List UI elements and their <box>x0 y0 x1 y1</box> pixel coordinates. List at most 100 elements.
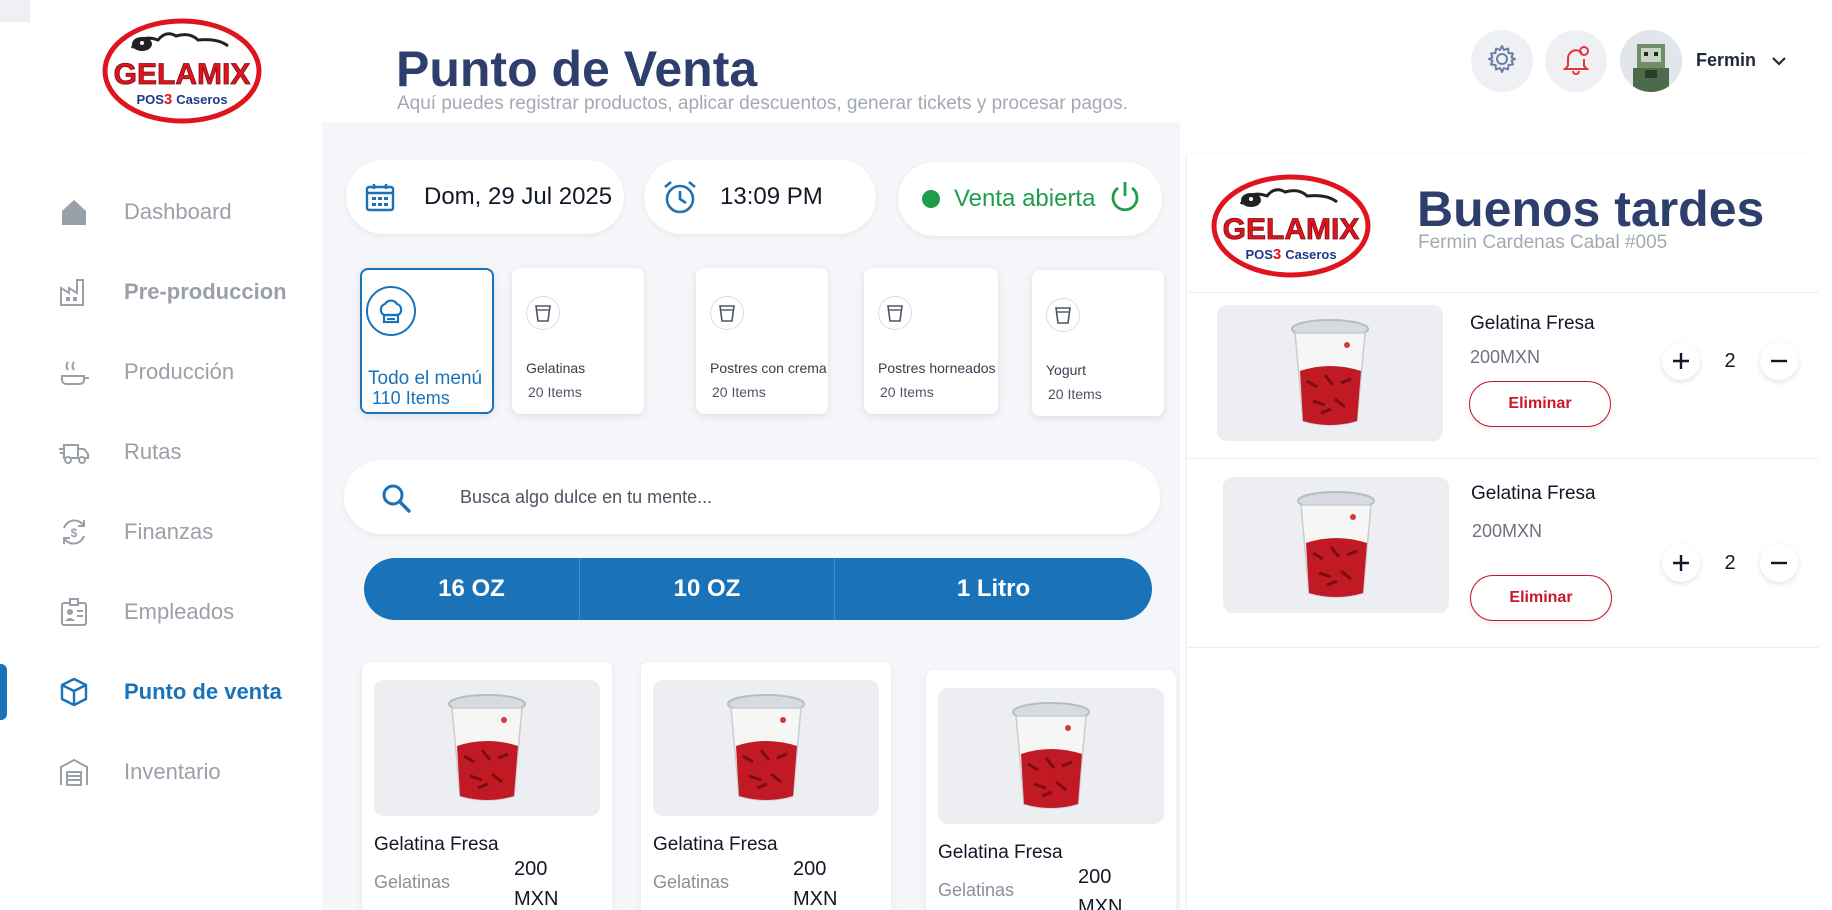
brand-logo: GELAMIX POS3 Caseros <box>1211 174 1371 278</box>
product-category: Gelatinas <box>374 872 451 892</box>
product-image <box>374 680 600 816</box>
price-amount: 200 <box>1078 866 1112 888</box>
sidebar-item-label: Rutas <box>124 439 182 464</box>
sidebar-item-label: Dashboard <box>124 199 232 224</box>
cooking-pan-icon <box>56 354 92 390</box>
greeting: Buenos tardes <box>1417 181 1765 237</box>
sidebar-item-pre-produccion[interactable]: Pre-produccion <box>0 252 322 332</box>
category-count: 20 Items <box>712 384 766 400</box>
category-card-postres-con-crema[interactable]: Postres con crema 20 Items <box>696 268 828 414</box>
employee-badge-icon <box>56 594 92 630</box>
sidebar-item-finanzas[interactable]: $ Finanzas <box>0 492 322 572</box>
cup-icon <box>526 296 560 330</box>
category-name: Gelatinas <box>526 360 586 376</box>
product-name: Gelatina Fresa <box>374 834 499 855</box>
current-time: 13:09 PM <box>720 183 823 210</box>
product-name: Gelatina Fresa <box>938 842 1063 863</box>
user-name[interactable]: Fermin <box>1696 50 1756 71</box>
sidebar-item-label: Producción <box>124 359 235 384</box>
box-icon <box>56 674 92 710</box>
cart-item-image <box>1223 477 1449 613</box>
category-name: Postres horneados <box>878 360 996 376</box>
home-icon <box>56 194 92 230</box>
product-card[interactable]: Gelatina Fresa Gelatinas 200 MXN <box>926 670 1176 910</box>
quantity-value: 2 <box>1724 551 1736 574</box>
active-indicator <box>0 664 7 720</box>
category-name: Postres con crema <box>710 360 827 376</box>
minus-icon[interactable] <box>1760 544 1798 582</box>
category-name: Yogurt <box>1046 362 1086 378</box>
date-display: Dom, 29 Jul 2025 <box>346 160 624 234</box>
logo-wordmark: GELAMIX <box>1223 213 1360 246</box>
chef-hat-icon <box>366 286 416 336</box>
sidebar-item-label: Finanzas <box>124 519 214 544</box>
cashier-info: Fermin Cardenas Cabal #005 <box>1418 232 1668 253</box>
search-icon[interactable] <box>380 482 412 514</box>
product-card[interactable]: Gelatina Fresa Gelatinas 200 MXN <box>641 662 891 910</box>
sidebar-item-produccion[interactable]: Producción <box>0 332 322 412</box>
cart-item: Gelatina Fresa 200MXN Eliminar 2 <box>1187 458 1819 648</box>
category-card-gelatinas[interactable]: Gelatinas 20 Items <box>512 268 644 414</box>
cart-item-name: Gelatina Fresa <box>1471 483 1596 504</box>
calendar-icon <box>358 181 402 213</box>
sidebar-item-dashboard[interactable]: Dashboard <box>0 172 322 252</box>
category-count: 20 Items <box>1048 386 1102 402</box>
product-price: 200 MXN <box>793 854 863 910</box>
status-dot <box>922 190 940 208</box>
product-card[interactable]: Gelatina Fresa Gelatinas 200 MXN <box>362 662 612 910</box>
category-card-postres-horneados[interactable]: Postres horneados 20 Items <box>864 268 998 414</box>
main-content: Dom, 29 Jul 2025 13:09 PM Venta abierta … <box>322 122 1180 910</box>
alarm-clock-icon <box>660 178 700 216</box>
avatar[interactable] <box>1620 30 1682 92</box>
sidebar-item-label: Punto de venta <box>124 679 282 704</box>
category-count: 20 Items <box>528 384 582 400</box>
power-icon[interactable] <box>1107 179 1143 220</box>
price-amount: 200 <box>514 858 548 880</box>
current-date: Dom, 29 Jul 2025 <box>424 183 613 210</box>
sidebar-item-punto-de-venta[interactable]: Punto de venta <box>0 652 322 732</box>
quantity-stepper: 2 <box>1662 341 1798 381</box>
svg-text:POS3Caseros: POS3 Caseros <box>1245 246 1336 263</box>
sidebar: GELAMIX POS3 Caseros Dashboard Pre-produc… <box>0 0 322 910</box>
category-card-all[interactable]: Todo el menú 110 Items <box>360 268 494 414</box>
size-tab-16oz[interactable]: 16 OZ <box>364 558 579 620</box>
sale-status: Venta abierta <box>898 162 1162 236</box>
size-tab-1-litro[interactable]: 1 Litro <box>834 558 1152 620</box>
cart-item-image <box>1217 305 1443 441</box>
category-card-yogurt[interactable]: Yogurt 20 Items <box>1032 270 1164 416</box>
chevron-down-icon[interactable] <box>1768 50 1790 72</box>
sale-status-label: Venta abierta <box>954 185 1096 212</box>
gear-icon <box>1486 43 1518 80</box>
corner-decoration <box>0 0 30 22</box>
settings-button[interactable] <box>1471 30 1533 92</box>
logo-wordmark: GELAMIX <box>114 58 251 91</box>
category-count: 20 Items <box>880 384 934 400</box>
cart-panel: GELAMIX POS3 Caseros Buenos tardes Fermin… <box>1186 154 1819 910</box>
page-title: Punto de Venta <box>396 41 758 97</box>
search-input[interactable] <box>460 482 1120 512</box>
minus-icon[interactable] <box>1760 342 1798 380</box>
notifications-button[interactable] <box>1545 30 1607 92</box>
sidebar-item-inventario[interactable]: Inventario <box>0 732 322 812</box>
remove-item-button[interactable]: Eliminar <box>1469 381 1611 427</box>
sidebar-item-label: Inventario <box>124 759 221 784</box>
cart-item: Gelatina Fresa 200MXN Eliminar 2 <box>1187 292 1819 458</box>
price-currency: MXN <box>1078 896 1123 910</box>
size-selector: 16 OZ 10 OZ 1 Litro <box>364 558 1152 620</box>
page-subtitle: Aquí puedes registrar productos, aplicar… <box>397 93 1128 114</box>
cup-icon <box>1046 298 1080 332</box>
sidebar-item-empleados[interactable]: Empleados <box>0 572 322 652</box>
price-currency: MXN <box>514 888 559 910</box>
sidebar-item-rutas[interactable]: Rutas <box>0 412 322 492</box>
size-tab-10oz[interactable]: 10 OZ <box>579 558 834 620</box>
delivery-truck-icon <box>56 434 92 470</box>
plus-icon[interactable] <box>1662 342 1700 380</box>
plus-icon[interactable] <box>1662 544 1700 582</box>
sidebar-nav: Dashboard Pre-produccion Producción Ruta… <box>0 172 322 812</box>
brand-logo[interactable]: GELAMIX POS3 Caseros <box>102 18 262 124</box>
cart-item-name: Gelatina Fresa <box>1470 313 1595 334</box>
quantity-value: 2 <box>1724 349 1736 372</box>
sidebar-item-label: Empleados <box>124 599 235 624</box>
remove-item-button[interactable]: Eliminar <box>1470 575 1612 621</box>
cart-item-price: 200MXN <box>1472 521 1543 541</box>
